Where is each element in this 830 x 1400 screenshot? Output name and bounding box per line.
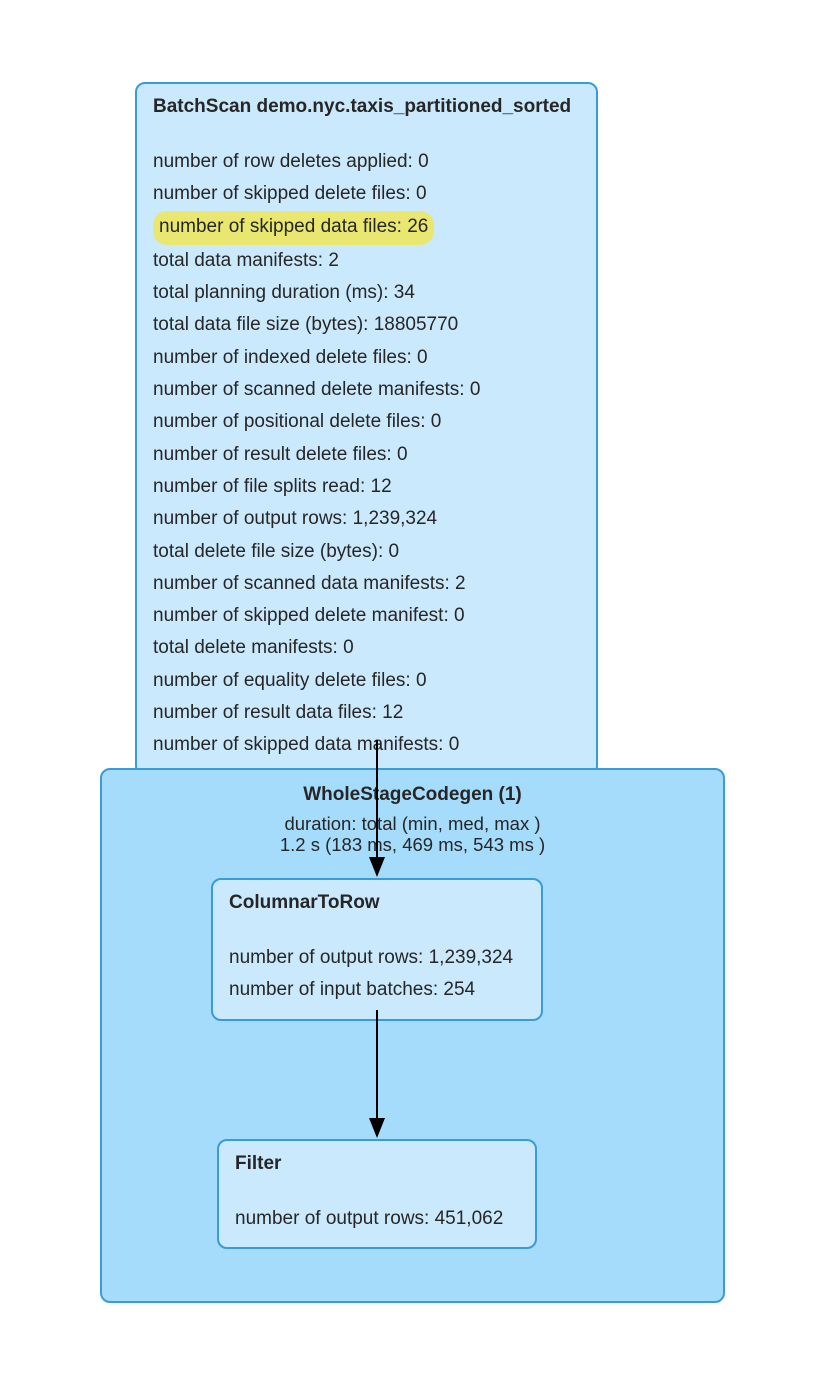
filter-title: Filter — [235, 1153, 519, 1175]
filter-output-rows: number of output rows: 451,062 — [235, 1203, 519, 1235]
filter-node: Filter number of output rows: 451,062 — [217, 1139, 537, 1249]
